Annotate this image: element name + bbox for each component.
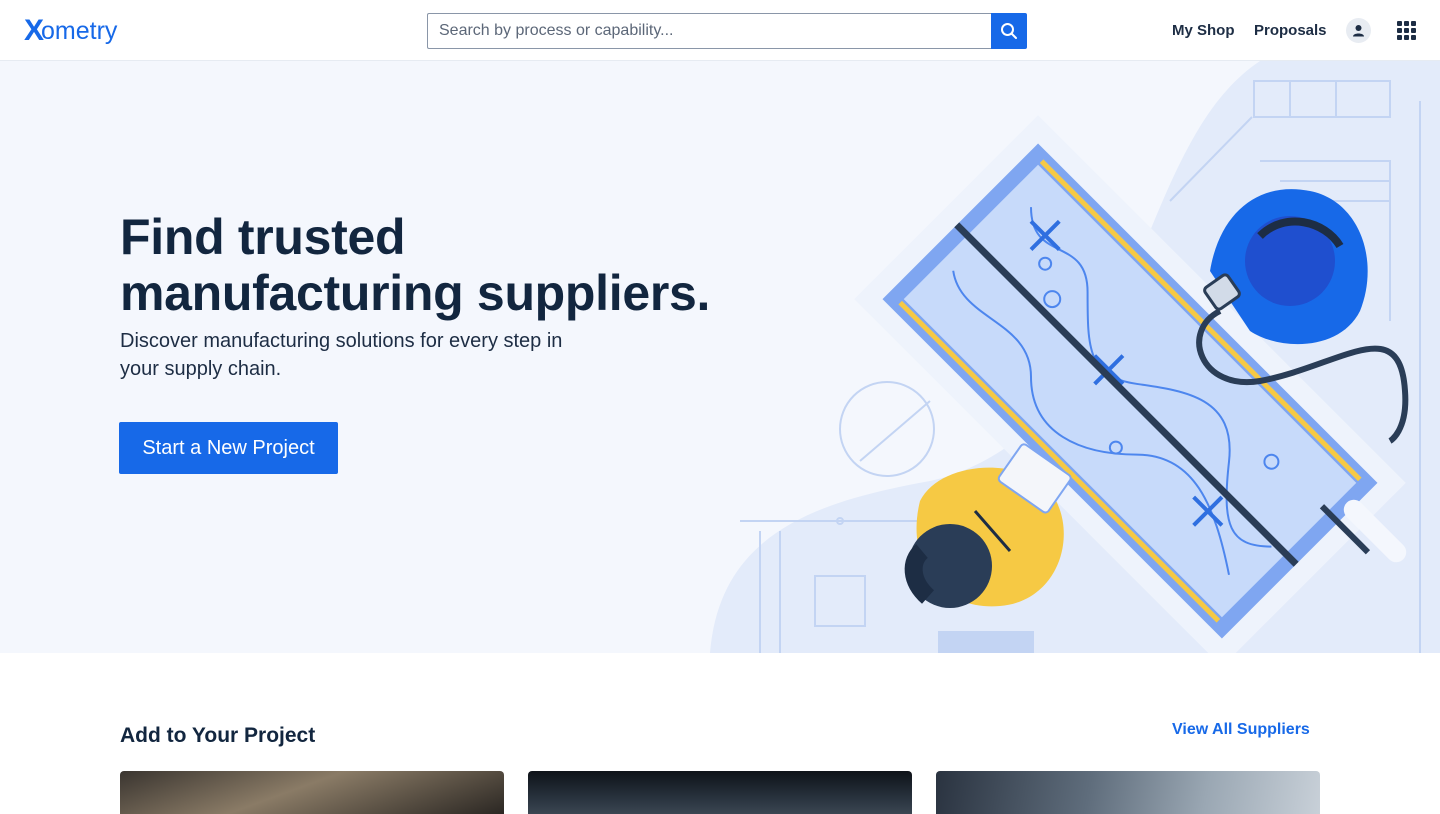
hero-subtitle: Discover manufacturing solutions for eve… [120, 327, 620, 383]
supplier-card[interactable] [120, 771, 504, 814]
user-icon [1353, 25, 1364, 37]
top-header: X ometry My Shop Proposals [0, 0, 1440, 61]
add-to-project-heading: Add to Your Project [120, 724, 316, 747]
search-button[interactable] [991, 13, 1027, 49]
apps-grid-icon[interactable] [1397, 21, 1417, 41]
nav-my-shop[interactable]: My Shop [1172, 0, 1235, 61]
search-bar [427, 13, 1027, 49]
supplier-card[interactable] [528, 771, 912, 814]
hero-title-line-1: Find trusted [120, 209, 406, 265]
nav-proposals[interactable]: Proposals [1254, 0, 1327, 61]
search-input[interactable] [427, 13, 991, 49]
view-all-suppliers-link[interactable]: View All Suppliers [1172, 721, 1310, 739]
hero-subtitle-line-1: Discover manufacturing solutions for eve… [120, 330, 563, 352]
supplier-card[interactable] [936, 771, 1320, 814]
hero-illustration [710, 61, 1440, 653]
hero-section: Find trusted manufacturing suppliers. Di… [0, 61, 1440, 653]
hero-title-line-2: manufacturing suppliers. [120, 265, 711, 321]
account-button[interactable] [1346, 18, 1371, 43]
logo-wordmark: ometry [41, 16, 118, 45]
xometry-logo[interactable]: X ometry [24, 14, 117, 48]
start-new-project-button[interactable]: Start a New Project [119, 422, 338, 474]
hero-subtitle-line-2: your supply chain. [120, 358, 282, 380]
hero-title: Find trusted manufacturing suppliers. [120, 209, 760, 321]
search-icon [1001, 23, 1017, 39]
